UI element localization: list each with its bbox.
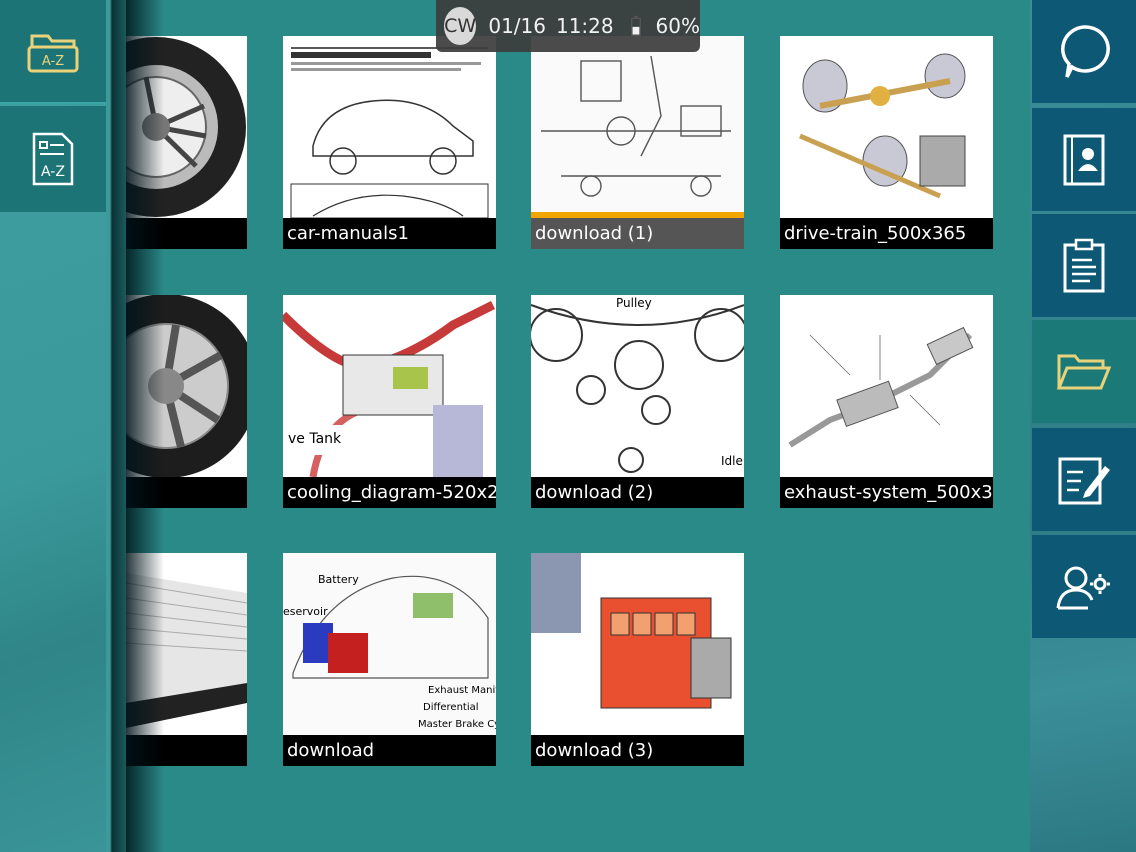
file-tile[interactable]: exhaust-system_500x363	[780, 295, 993, 508]
drive-train-thumbnail	[780, 36, 993, 218]
file-label: drive-train_500x365	[780, 218, 993, 249]
file-tile[interactable]: car-manuals1	[283, 36, 496, 249]
file-label	[126, 735, 247, 766]
files-button[interactable]	[1032, 320, 1136, 423]
edit-note-icon	[1058, 457, 1110, 504]
file-label: download (2)	[531, 477, 744, 508]
contacts-button[interactable]	[1032, 108, 1136, 211]
car-systems-thumbnail: Battery eservoir Exhaust Manifo Differen…	[283, 553, 496, 735]
avatar[interactable]: CW	[444, 7, 477, 45]
sort-az-document-button[interactable]: A-Z	[0, 106, 106, 212]
svg-text:eservoir: eservoir	[283, 605, 328, 618]
status-bar: CW 01/16 11:28 60%	[436, 0, 700, 52]
svg-text:ve Tank: ve Tank	[288, 431, 342, 447]
file-label: download	[283, 735, 496, 766]
clipboard-button[interactable]	[1032, 214, 1136, 317]
file-label	[126, 218, 247, 249]
status-time: 11:28	[555, 14, 614, 38]
file-label: download (3)	[531, 735, 744, 766]
battery-icon	[630, 15, 641, 37]
file-tile[interactable]: download (3)	[531, 553, 744, 766]
file-tile[interactable]: download (1)	[531, 36, 744, 249]
suspension-thumbnail	[531, 36, 744, 218]
contacts-book-icon	[1063, 134, 1105, 185]
svg-text:Exhaust Manifo: Exhaust Manifo	[428, 685, 496, 696]
file-label: exhaust-system_500x363	[780, 477, 993, 508]
user-settings-icon	[1056, 566, 1110, 609]
az-folder-icon: A-Z	[27, 34, 79, 73]
file-tile[interactable]	[126, 553, 247, 766]
svg-text:A-Z: A-Z	[42, 54, 64, 69]
file-tile[interactable]: ve Tank cooling_diagram-520x245	[283, 295, 496, 508]
engine-thumbnail	[531, 553, 744, 735]
file-tile[interactable]	[126, 295, 247, 508]
file-label: download (1)	[531, 218, 744, 249]
file-label: car-manuals1	[283, 218, 496, 249]
cooling-diagram-thumbnail: ve Tank	[283, 295, 496, 477]
folder-open-icon	[1056, 354, 1112, 389]
clipboard-icon	[1063, 238, 1105, 292]
file-label: cooling_diagram-520x245	[283, 477, 496, 508]
wheel-thumbnail	[126, 295, 247, 477]
chat-button[interactable]	[1032, 0, 1136, 103]
air-filter-thumbnail	[126, 553, 247, 735]
svg-text:Master Brake Cyl: Master Brake Cyl	[418, 719, 496, 730]
edit-note-button[interactable]	[1032, 428, 1136, 531]
svg-text:Battery: Battery	[318, 573, 359, 586]
svg-text:A-Z: A-Z	[41, 164, 65, 180]
file-tile[interactable]: drive-train_500x365	[780, 36, 993, 249]
tire-thumbnail	[126, 37, 246, 217]
chat-bubble-icon	[1061, 24, 1110, 78]
svg-text:Idle: Idle	[721, 454, 743, 468]
right-rail	[1030, 0, 1136, 852]
file-tile[interactable]	[126, 36, 247, 249]
left-sidebar: A-Z A-Z	[0, 0, 106, 852]
file-tile[interactable]: Pulley Idle download (2)	[531, 295, 744, 508]
sort-az-folder-button[interactable]: A-Z	[0, 0, 106, 104]
svg-text:Pulley: Pulley	[616, 296, 652, 310]
file-tile[interactable]: Battery eservoir Exhaust Manifo Differen…	[283, 553, 496, 766]
status-date: 01/16	[488, 14, 546, 38]
sidebar-divider	[106, 0, 126, 852]
az-document-icon: A-Z	[32, 132, 74, 186]
exhaust-system-thumbnail	[780, 295, 993, 477]
file-label	[126, 477, 247, 508]
battery-percent: 60%	[655, 14, 700, 38]
belt-pulley-thumbnail: Pulley Idle	[531, 295, 744, 477]
car-manual-thumbnail	[283, 36, 496, 218]
user-settings-button[interactable]	[1032, 535, 1136, 638]
svg-text:Differential: Differential	[423, 702, 479, 713]
